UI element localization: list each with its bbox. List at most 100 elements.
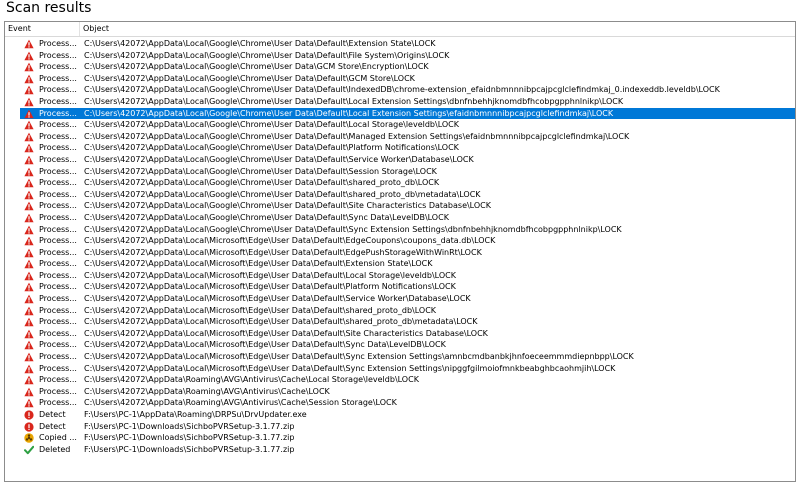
warning-icon xyxy=(24,271,34,281)
table-row[interactable]: Process... C:\Users\42072\AppData\Local\G… xyxy=(5,61,795,73)
warning-icon xyxy=(24,167,34,177)
table-row[interactable]: Process... C:\Users\42072\AppData\Local\G… xyxy=(5,189,795,201)
table-row[interactable]: Process... C:\Users\42072\AppData\Local\G… xyxy=(5,50,795,62)
table-row[interactable]: Process... C:\Users\42072\AppData\Local\G… xyxy=(5,177,795,189)
table-row[interactable]: Process... C:\Users\42072\AppData\Local\M… xyxy=(5,351,795,363)
column-header-event[interactable]: Event xyxy=(5,22,80,36)
table-row[interactable]: Process... C:\Users\42072\AppData\Local\M… xyxy=(5,293,795,305)
event-cell: Process... xyxy=(39,294,77,304)
results-list[interactable]: Event Object Process... C:\Users\42072\Ap… xyxy=(4,21,796,482)
table-row[interactable]: Process... C:\Users\42072\AppData\Local\G… xyxy=(5,38,795,50)
table-row[interactable]: Process... C:\Users\42072\AppData\Roaming… xyxy=(5,397,795,409)
event-cell: Process... xyxy=(39,189,77,199)
event-cell: Process... xyxy=(39,143,77,153)
object-cell: C:\Users\42072\AppData\Local\Microsoft\E… xyxy=(84,305,437,315)
table-row[interactable]: Process... C:\Users\42072\AppData\Local\M… xyxy=(5,258,795,270)
table-row[interactable]: Process... C:\Users\42072\AppData\Local\G… xyxy=(5,107,795,120)
warning-icon xyxy=(24,85,34,95)
object-cell: C:\Users\42072\AppData\Local\Microsoft\E… xyxy=(84,270,456,280)
event-cell: Process... xyxy=(39,120,77,130)
event-cell: Process... xyxy=(39,259,77,269)
table-row[interactable]: Detect F:\Users\PC-1\Downloads\SichboPVRS… xyxy=(5,421,795,433)
object-cell: C:\Users\42072\AppData\Local\Microsoft\E… xyxy=(84,340,446,350)
event-cell: Process... xyxy=(39,305,77,315)
table-row[interactable]: Process... C:\Users\42072\AppData\Local\M… xyxy=(5,328,795,340)
object-cell: C:\Users\42072\AppData\Local\Google\Chro… xyxy=(84,166,437,176)
table-row[interactable]: Process... C:\Users\42072\AppData\Local\G… xyxy=(5,212,795,224)
table-row[interactable]: Process... C:\Users\42072\AppData\Local\M… xyxy=(5,316,795,328)
object-cell: C:\Users\42072\AppData\Local\Google\Chro… xyxy=(84,96,624,106)
warning-icon xyxy=(24,282,34,292)
warning-icon xyxy=(24,317,34,327)
table-row[interactable]: Process... C:\Users\42072\AppData\Local\M… xyxy=(5,305,795,317)
table-row[interactable]: Process... C:\Users\42072\AppData\Roaming… xyxy=(5,386,795,398)
object-cell: C:\Users\42072\AppData\Local\Google\Chro… xyxy=(84,224,622,234)
warning-icon xyxy=(24,201,34,211)
warning-icon xyxy=(24,120,34,130)
table-row[interactable]: Process... C:\Users\42072\AppData\Roaming… xyxy=(5,374,795,386)
table-row[interactable]: Process... C:\Users\42072\AppData\Local\M… xyxy=(5,339,795,351)
table-row[interactable]: Process... C:\Users\42072\AppData\Local\M… xyxy=(5,270,795,282)
warning-icon xyxy=(24,97,34,107)
object-cell: C:\Users\42072\AppData\Local\Google\Chro… xyxy=(84,178,440,188)
object-cell: C:\Users\42072\AppData\Local\Google\Chro… xyxy=(84,120,460,130)
event-cell: Process... xyxy=(39,386,77,396)
warning-icon xyxy=(24,352,34,362)
object-cell: C:\Users\42072\AppData\Local\Google\Chro… xyxy=(84,154,474,164)
warning-icon xyxy=(24,398,34,408)
warning-icon xyxy=(24,39,34,49)
event-cell: Process... xyxy=(39,224,77,234)
table-row[interactable]: Process... C:\Users\42072\AppData\Local\M… xyxy=(5,235,795,247)
table-row[interactable]: Process... C:\Users\42072\AppData\Local\G… xyxy=(5,96,795,108)
warning-icon xyxy=(24,306,34,316)
table-row[interactable]: Process... C:\Users\42072\AppData\Local\G… xyxy=(5,166,795,178)
warning-icon xyxy=(24,340,34,350)
event-cell: Process... xyxy=(39,39,77,48)
object-cell: C:\Users\42072\AppData\Local\Google\Chro… xyxy=(84,212,449,222)
scan-results-window: Scan results Event Object Process... C:\U… xyxy=(0,0,800,486)
object-cell: C:\Users\42072\AppData\Local\Microsoft\E… xyxy=(84,282,456,292)
table-row[interactable]: Process... C:\Users\42072\AppData\Local\G… xyxy=(5,73,795,85)
event-cell: Detect xyxy=(39,421,66,431)
warning-icon xyxy=(24,143,34,153)
table-row[interactable]: Process... C:\Users\42072\AppData\Local\M… xyxy=(5,363,795,375)
table-row[interactable]: Process... C:\Users\42072\AppData\Local\G… xyxy=(5,119,795,131)
event-cell: Process... xyxy=(39,236,77,246)
table-row[interactable]: Detect F:\Users\PC-1\AppData\Roaming\DRPS… xyxy=(5,409,795,421)
table-row[interactable]: Process... C:\Users\42072\AppData\Local\M… xyxy=(5,247,795,259)
object-cell: C:\Users\42072\AppData\Local\Microsoft\E… xyxy=(84,294,471,304)
warning-icon xyxy=(24,132,34,142)
table-row[interactable]: Process... C:\Users\42072\AppData\Local\M… xyxy=(5,281,795,293)
object-cell: C:\Users\42072\AppData\Local\Microsoft\E… xyxy=(84,317,478,327)
warning-icon xyxy=(24,178,34,188)
warning-icon xyxy=(24,294,34,304)
object-cell: C:\Users\42072\AppData\Local\Google\Chro… xyxy=(84,189,481,199)
table-row[interactable]: Process... C:\Users\42072\AppData\Local\G… xyxy=(5,154,795,166)
event-cell: Process... xyxy=(39,201,77,211)
event-cell: Process... xyxy=(39,178,77,188)
table-row[interactable]: Process... C:\Users\42072\AppData\Local\G… xyxy=(5,84,795,96)
object-cell: C:\Users\42072\AppData\Local\Google\Chro… xyxy=(84,39,436,48)
event-cell: Process... xyxy=(39,73,77,83)
table-row[interactable]: Deleted F:\Users\PC-1\Downloads\SichboPVR… xyxy=(5,444,795,456)
object-cell: F:\Users\PC-1\Downloads\SichboPVRSetup-3… xyxy=(84,433,295,443)
object-cell: F:\Users\PC-1\AppData\Roaming\DRPSu\DrvU… xyxy=(84,410,307,419)
table-row[interactable]: Process... C:\Users\42072\AppData\Local\G… xyxy=(5,200,795,212)
object-cell: C:\Users\42072\AppData\Local\Microsoft\E… xyxy=(84,236,496,246)
object-cell: C:\Users\42072\AppData\Local\Microsoft\E… xyxy=(84,363,616,373)
table-row[interactable]: Process... C:\Users\42072\AppData\Local\G… xyxy=(5,142,795,154)
table-row[interactable]: Process... C:\Users\42072\AppData\Local\G… xyxy=(5,131,795,143)
table-row[interactable]: Process... C:\Users\42072\AppData\Local\G… xyxy=(5,224,795,236)
event-cell: Detect xyxy=(39,410,66,419)
table-row[interactable]: Copied ... F:\Users\PC-1\Downloads\Sichbo… xyxy=(5,432,795,444)
object-cell: C:\Users\42072\AppData\Local\Google\Chro… xyxy=(84,143,459,153)
warning-icon xyxy=(24,213,34,223)
column-header-object[interactable]: Object xyxy=(80,22,795,36)
warning-icon xyxy=(24,329,34,339)
warning-icon xyxy=(24,109,34,119)
event-cell: Process... xyxy=(39,96,77,106)
checkmark-icon xyxy=(24,445,34,455)
object-cell: C:\Users\42072\AppData\Local\Google\Chro… xyxy=(84,50,450,60)
biohazard-icon xyxy=(24,433,34,443)
event-cell: Process... xyxy=(39,282,77,292)
